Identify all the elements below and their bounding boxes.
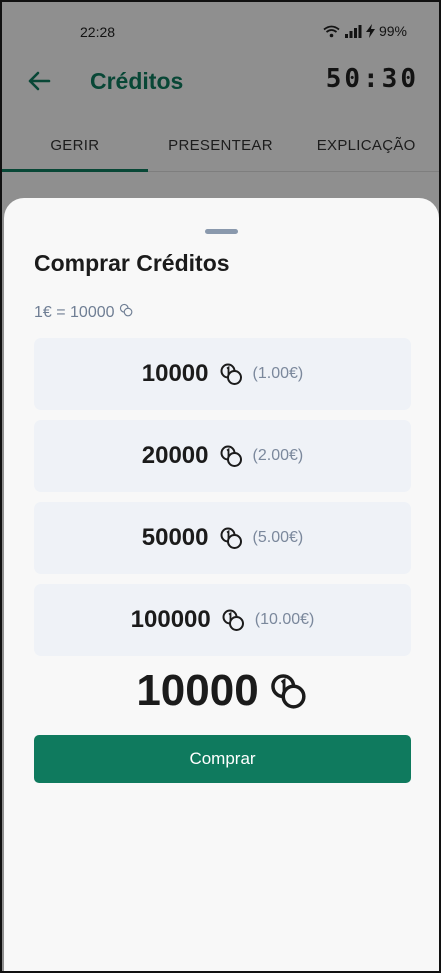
- exchange-rate-text: 1€ = 10000: [34, 303, 115, 321]
- buy-button[interactable]: Comprar: [34, 735, 411, 783]
- screen: 22:28 99% Créditos 50:30 GERIR PRESENTEA…: [0, 0, 441, 973]
- credit-option-100000[interactable]: 100000 (10.00€): [34, 584, 411, 656]
- sheet-title: Comprar Créditos: [34, 250, 230, 276]
- drag-handle[interactable]: [205, 229, 238, 234]
- coins-icon: [221, 608, 245, 632]
- option-price: (10.00€): [254, 611, 315, 628]
- coins-icon: [119, 303, 133, 322]
- coins-icon: [269, 672, 307, 710]
- option-price: (5.00€): [252, 529, 304, 546]
- credit-options: 10000 (1.00€) 20000 (2.00€) 50000 (5.00€…: [34, 338, 411, 666]
- option-price: (2.00€): [252, 447, 304, 464]
- coins-icon: [219, 362, 243, 386]
- exchange-rate: 1€ = 10000: [34, 303, 133, 322]
- option-price: (1.00€): [252, 365, 304, 382]
- credit-option-10000[interactable]: 10000 (1.00€): [34, 338, 411, 410]
- selected-amount: 10000: [136, 666, 259, 715]
- coins-icon: [219, 526, 243, 550]
- credit-option-20000[interactable]: 20000 (2.00€): [34, 420, 411, 492]
- option-amount: 20000: [141, 442, 209, 469]
- buy-credits-sheet: Comprar Créditos 1€ = 10000 10000 (1.00€…: [4, 198, 439, 971]
- selected-credits: 10000: [4, 666, 439, 716]
- option-amount: 50000: [141, 524, 209, 551]
- option-amount: 10000: [141, 360, 209, 387]
- credit-option-50000[interactable]: 50000 (5.00€): [34, 502, 411, 574]
- coins-icon: [219, 444, 243, 468]
- option-amount: 100000: [130, 606, 211, 633]
